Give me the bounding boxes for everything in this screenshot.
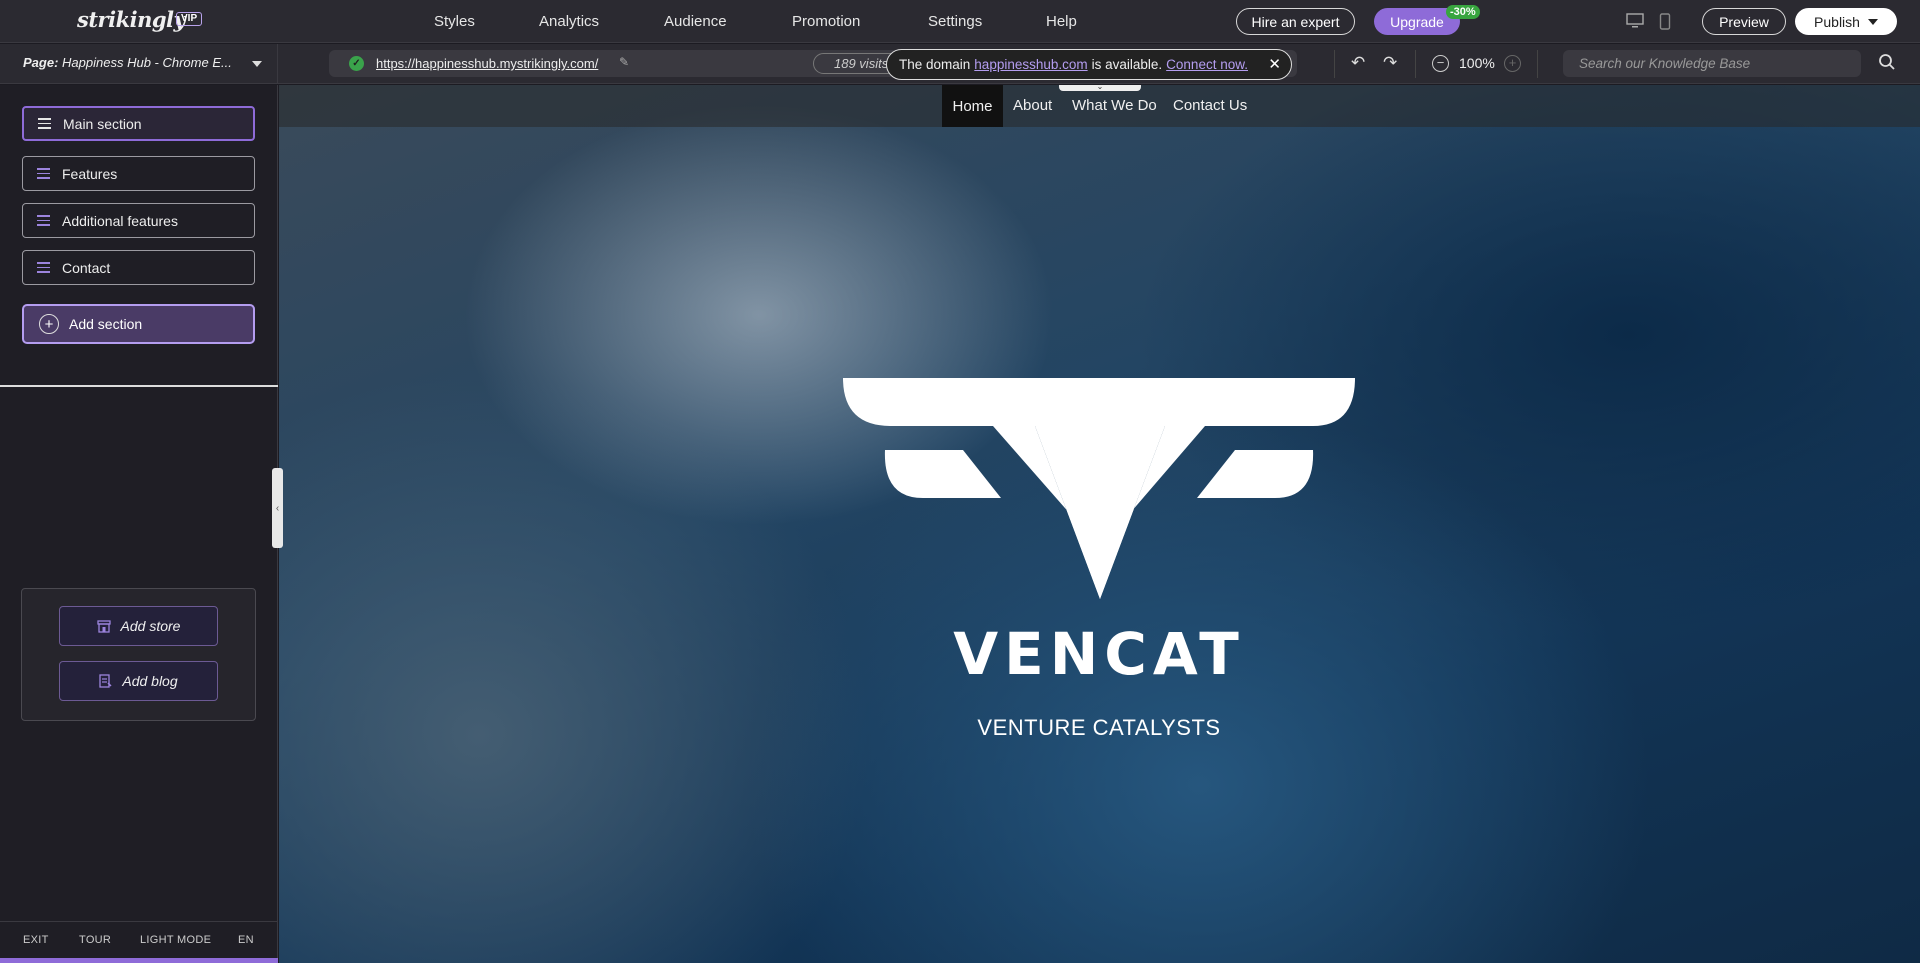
- divider: [1537, 50, 1538, 78]
- edit-pencil-icon[interactable]: ✎: [619, 55, 629, 69]
- add-store-button[interactable]: Add store: [59, 606, 218, 646]
- domain-notice-prefix: The domain: [899, 57, 971, 72]
- redo-icon[interactable]: ↷: [1383, 53, 1397, 73]
- nav-promotion[interactable]: Promotion: [792, 13, 860, 30]
- add-section-label: Add section: [69, 316, 143, 332]
- undo-icon[interactable]: ↶: [1351, 53, 1365, 73]
- sidebar-divider: [0, 385, 278, 387]
- sections-sidebar: Main section Features Additional feature…: [0, 85, 278, 963]
- nav-audience[interactable]: Audience: [664, 13, 727, 30]
- chevron-down-icon: [1867, 18, 1878, 25]
- nav-analytics[interactable]: Analytics: [539, 13, 599, 30]
- page-selector[interactable]: Page: Happiness Hub - Chrome E...: [0, 44, 278, 84]
- vip-badge: VIP: [176, 12, 203, 26]
- section-item-main[interactable]: Main section: [22, 106, 255, 141]
- domain-available-notice: The domain happinesshub.com is available…: [886, 49, 1292, 80]
- close-icon[interactable]: ✕: [1268, 55, 1281, 73]
- desktop-view-icon[interactable]: [1626, 13, 1644, 29]
- site-nav-contact-us[interactable]: Contact Us: [1173, 97, 1247, 114]
- site-nav-about[interactable]: About: [1013, 97, 1052, 114]
- zoom-in-icon[interactable]: +: [1504, 55, 1521, 72]
- domain-notice-middle: is available.: [1091, 57, 1163, 72]
- section-drag-handle[interactable]: ⌄: [1059, 85, 1141, 91]
- site-title[interactable]: VENCAT: [819, 620, 1379, 688]
- discount-badge: -30%: [1446, 5, 1480, 19]
- top-bar: strikingly VIP Styles Analytics Audience…: [0, 0, 1920, 43]
- zoom-out-icon[interactable]: −: [1432, 55, 1449, 72]
- section-label: Contact: [62, 259, 111, 276]
- hire-expert-button[interactable]: Hire an expert: [1236, 8, 1355, 35]
- add-blog-button[interactable]: Add blog: [59, 661, 218, 701]
- add-section-button[interactable]: + Add section: [22, 304, 255, 344]
- site-url-link[interactable]: https://happinesshub.mystrikingly.com/: [376, 56, 598, 71]
- publish-label: Publish: [1814, 13, 1860, 30]
- language-selector[interactable]: EN: [238, 934, 254, 946]
- nav-help[interactable]: Help: [1046, 13, 1077, 30]
- store-icon: [96, 619, 111, 633]
- drag-handle-icon[interactable]: [38, 118, 51, 129]
- light-mode-toggle[interactable]: LIGHT MODE: [140, 934, 211, 946]
- store-blog-panel: Add store Add blog: [21, 588, 256, 721]
- check-icon: ✓: [349, 56, 364, 71]
- vencat-logo-mark: [843, 378, 1355, 599]
- blog-icon: [99, 674, 112, 688]
- site-nav-home[interactable]: Home: [942, 85, 1003, 127]
- page-name: Happiness Hub - Chrome E...: [62, 55, 232, 70]
- section-item-features[interactable]: Features: [22, 156, 255, 191]
- domain-link[interactable]: happinesshub.com: [974, 57, 1087, 72]
- site-subtitle[interactable]: VENTURE CATALYSTS: [819, 715, 1379, 741]
- site-nav-what-we-do[interactable]: What We Do: [1072, 97, 1157, 114]
- caret-down-icon: [252, 61, 262, 67]
- nav-styles[interactable]: Styles: [434, 13, 475, 30]
- search-icon[interactable]: [1878, 53, 1896, 71]
- page-label: Page:: [23, 55, 59, 70]
- site-preview-canvas[interactable]: Home About What We Do Contact Us ⌄ VENCA…: [279, 85, 1920, 963]
- section-label: Main section: [63, 115, 142, 132]
- divider: [1415, 50, 1416, 78]
- knowledge-base-search-input[interactable]: Search our Knowledge Base: [1563, 50, 1861, 77]
- preview-button[interactable]: Preview: [1702, 8, 1786, 35]
- add-store-label: Add store: [120, 618, 181, 634]
- sidebar-accent-bar: [0, 958, 278, 963]
- section-item-additional-features[interactable]: Additional features: [22, 203, 255, 238]
- sidebar-footer: EXIT TOUR LIGHT MODE EN: [0, 921, 278, 958]
- add-blog-label: Add blog: [122, 673, 178, 689]
- zoom-level: 100%: [1459, 55, 1495, 71]
- connect-now-link[interactable]: Connect now.: [1166, 57, 1248, 72]
- plus-icon: +: [39, 314, 59, 334]
- tour-link[interactable]: TOUR: [79, 934, 111, 946]
- drag-handle-icon[interactable]: [37, 215, 50, 226]
- drag-handle-icon[interactable]: [37, 262, 50, 273]
- nav-settings[interactable]: Settings: [928, 13, 982, 30]
- mobile-view-icon[interactable]: [1659, 13, 1671, 30]
- strikingly-logo[interactable]: strikingly: [77, 7, 186, 32]
- collapse-sidebar-handle[interactable]: ‹: [272, 468, 283, 548]
- section-label: Additional features: [62, 212, 178, 229]
- drag-handle-icon[interactable]: [37, 168, 50, 179]
- site-navbar: Home About What We Do Contact Us: [279, 85, 1920, 127]
- divider: [1334, 50, 1335, 78]
- section-item-contact[interactable]: Contact: [22, 250, 255, 285]
- exit-link[interactable]: EXIT: [23, 934, 49, 946]
- publish-button[interactable]: Publish: [1795, 8, 1897, 35]
- section-label: Features: [62, 165, 118, 182]
